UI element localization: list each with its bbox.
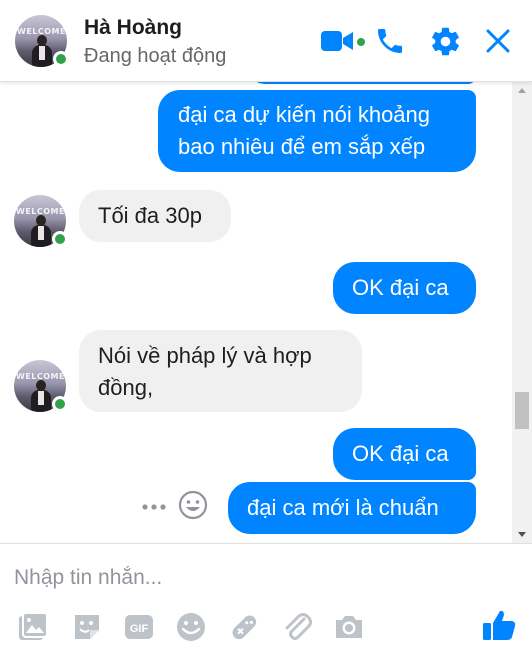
- message-text-line: đại ca dự kiến nói khoảng: [178, 102, 431, 127]
- previous-message-bubble: [247, 82, 476, 84]
- react-emoji-icon[interactable]: [177, 489, 209, 521]
- contact-message-avatar[interactable]: WELCOME: [14, 360, 68, 412]
- message-text-line: OK đại ca: [352, 275, 449, 300]
- message-text-line: Tối đa 30p: [98, 203, 202, 228]
- message-outgoing[interactable]: đại ca mới là chuẩn: [228, 482, 476, 534]
- like-thumb-icon[interactable]: [480, 606, 518, 644]
- online-status-dot: [52, 396, 68, 412]
- close-icon[interactable]: [484, 27, 512, 55]
- game-icon[interactable]: [227, 610, 261, 644]
- contact-name[interactable]: Hà Hoàng: [84, 16, 182, 40]
- message-text-line: đồng,: [98, 375, 154, 400]
- video-active-dot: [357, 38, 365, 46]
- contact-message-avatar[interactable]: WELCOME: [14, 195, 68, 247]
- message-outgoing[interactable]: OK đại ca: [333, 262, 476, 314]
- message-incoming[interactable]: Tối đa 30p: [79, 190, 231, 242]
- emoji-icon[interactable]: [174, 610, 208, 644]
- online-status-dot: [52, 231, 68, 247]
- message-text-line: bao nhiêu để em sắp xếp: [178, 134, 426, 159]
- composer: GIF: [0, 543, 532, 655]
- settings-gear-icon[interactable]: [429, 25, 462, 58]
- video-call-icon[interactable]: [320, 27, 354, 55]
- sticker-icon[interactable]: [70, 610, 104, 644]
- message-list[interactable]: đại ca dự kiến nói khoảng bao nhiêu để e…: [0, 82, 512, 543]
- scrollbar-thumb[interactable]: [515, 392, 529, 429]
- message-outgoing[interactable]: OK đại ca: [333, 428, 476, 480]
- message-text-line: đại ca mới là chuẩn: [247, 495, 439, 520]
- gif-label: GIF: [130, 623, 149, 635]
- message-scrollbar[interactable]: [512, 82, 532, 543]
- voice-call-icon[interactable]: [374, 25, 406, 57]
- message-text-line: Nói về pháp lý và hợp: [98, 343, 312, 368]
- contact-status: Đang hoạt động: [84, 45, 227, 67]
- more-options-icon[interactable]: [140, 500, 168, 514]
- chat-header: WELCOME Hà Hoàng Đang hoạt động: [0, 0, 532, 82]
- message-text-line: OK đại ca: [352, 441, 449, 466]
- scroll-down-arrow-icon[interactable]: [512, 526, 532, 543]
- online-status-dot: [53, 51, 69, 67]
- attachment-icon[interactable]: [280, 610, 314, 644]
- message-incoming[interactable]: Nói về pháp lý và hợp đồng,: [79, 330, 362, 412]
- contact-avatar[interactable]: WELCOME: [15, 15, 69, 67]
- message-outgoing[interactable]: đại ca dự kiến nói khoảng bao nhiêu để e…: [158, 90, 476, 172]
- camera-icon[interactable]: [332, 610, 366, 644]
- gif-icon[interactable]: GIF: [122, 610, 156, 644]
- message-input[interactable]: [14, 562, 484, 594]
- photo-icon[interactable]: [16, 610, 50, 644]
- scroll-up-arrow-icon[interactable]: [512, 82, 532, 99]
